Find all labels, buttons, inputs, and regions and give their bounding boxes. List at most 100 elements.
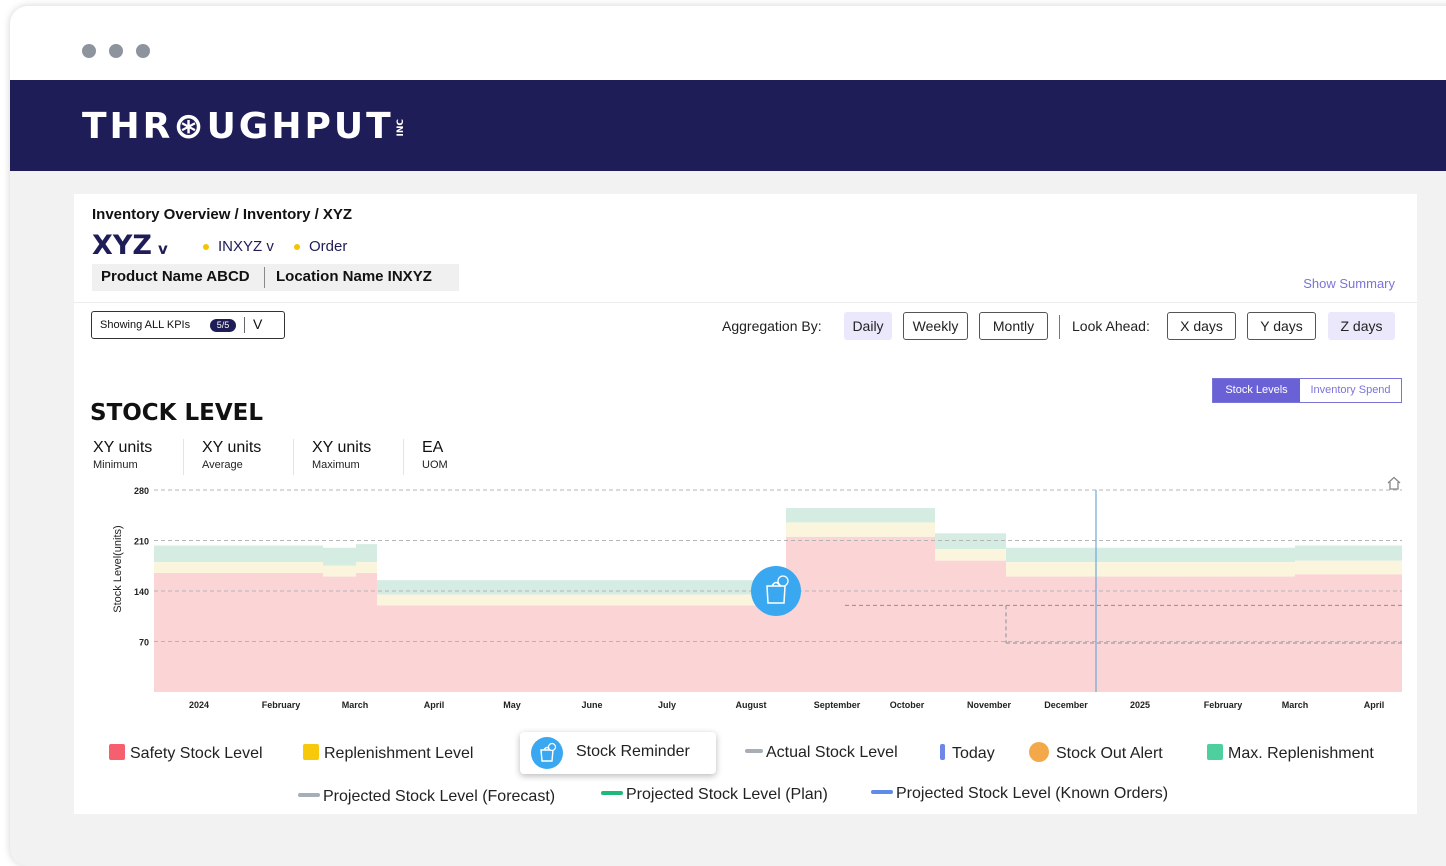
x-tick-label: 2025 — [1130, 700, 1150, 710]
throughput-logo[interactable]: THR⊛UGHPUT INC — [82, 106, 406, 147]
tab-stock-levels[interactable]: Stock Levels — [1213, 379, 1300, 402]
home-icon[interactable] — [1387, 476, 1401, 490]
x-tick-label: April — [1364, 700, 1385, 710]
window-close-dot[interactable] — [82, 44, 96, 58]
legend-swatch — [1207, 744, 1223, 760]
safety-stock-area — [1295, 574, 1402, 692]
x-tick-label: October — [890, 700, 925, 710]
legend-max-replenishment[interactable]: Max. Replenishment — [1207, 744, 1374, 763]
chart-x-ticks: 2024 February March April May June July August S… — [189, 700, 1384, 710]
legend-swatch — [298, 793, 320, 797]
product-info-bar: Product Name ABCD Location Name INXYZ — [92, 264, 459, 291]
look-ahead-x-days-button[interactable]: X days — [1167, 312, 1236, 340]
inventory-panel: Inventory Overview / Inventory / XYZ XYZ… — [74, 194, 1417, 814]
max-replenishment-band — [845, 508, 935, 523]
legend-label: Today — [952, 745, 995, 762]
max-replenishment-band — [154, 545, 234, 563]
replenishment-band — [786, 522, 845, 537]
safety-stock-area — [624, 605, 704, 692]
max-replenishment-band — [377, 580, 464, 595]
logo-text: THR⊛UGHPUT — [82, 106, 394, 147]
max-replenishment-band — [323, 547, 356, 566]
safety-stock-area — [323, 576, 356, 692]
legend-swatch — [303, 744, 319, 760]
show-summary-link[interactable]: Show Summary — [1303, 276, 1395, 291]
legend-label: Stock Out Alert — [1056, 745, 1163, 762]
aggregation-daily-button[interactable]: Daily — [844, 312, 892, 340]
legend-label: Replenishment Level — [324, 745, 474, 762]
legend-actual-stock[interactable]: Actual Stock Level — [745, 744, 898, 762]
replenishment-band — [154, 562, 234, 573]
replenishment-band — [935, 549, 1006, 561]
location-tag-label: INXYZ v — [218, 238, 274, 255]
window-maximize-dot[interactable] — [136, 44, 150, 58]
look-ahead-label: Look Ahead: — [1072, 318, 1150, 334]
max-replenishment-band — [1006, 547, 1089, 563]
divider — [1059, 315, 1060, 339]
replenishment-band — [234, 562, 323, 573]
y-tick-label: 140 — [134, 587, 149, 597]
order-tag[interactable]: Order — [294, 238, 347, 255]
view-toggle: Stock Levels Inventory Spend — [1212, 378, 1402, 403]
stock-reminder-marker[interactable] — [751, 566, 801, 616]
breadcrumb[interactable]: Inventory Overview / Inventory / XYZ — [92, 206, 352, 223]
legend-stock-reminder[interactable]: Stock Reminder — [520, 732, 716, 774]
aggregation-monthly-button[interactable]: Montly — [979, 312, 1048, 340]
replenishment-band — [1089, 562, 1174, 577]
legend-swatch — [745, 749, 763, 753]
y-tick-label: 210 — [134, 537, 149, 547]
tab-inventory-spend[interactable]: Inventory Spend — [1300, 379, 1401, 402]
max-replenishment-band — [786, 508, 845, 523]
safety-stock-area — [154, 572, 234, 692]
chevron-down-icon: V — [253, 316, 263, 332]
max-replenishment-band — [464, 580, 544, 595]
aggregation-weekly-button[interactable]: Weekly — [903, 312, 968, 340]
shopping-bag-bell-icon — [531, 737, 563, 769]
product-code-dropdown[interactable]: XYZ v — [92, 230, 168, 261]
legend-projected-plan[interactable]: Projected Stock Level (Plan) — [601, 786, 828, 804]
max-replenishment-band — [356, 544, 377, 563]
x-tick-label: September — [814, 700, 861, 710]
legend-stock-out-alert[interactable]: Stock Out Alert — [1029, 742, 1163, 763]
legend-swatch — [109, 744, 125, 760]
kpi-selector[interactable]: Showing ALL KPIs 5/5 V — [91, 311, 285, 339]
x-tick-label: August — [736, 700, 767, 710]
legend-replenishment[interactable]: Replenishment Level — [303, 744, 473, 763]
max-replenishment-band — [624, 580, 704, 595]
legend-label: Safety Stock Level — [130, 745, 263, 762]
look-ahead-y-days-button[interactable]: Y days — [1247, 312, 1316, 340]
location-name: Location Name INXYZ — [276, 268, 432, 285]
legend-projected-known-orders[interactable]: Projected Stock Level (Known Orders) — [871, 785, 1168, 803]
x-tick-label: December — [1044, 700, 1088, 710]
x-tick-label: March — [342, 700, 369, 710]
x-tick-label: February — [262, 700, 301, 710]
look-ahead-z-days-button[interactable]: Z days — [1328, 312, 1395, 340]
max-replenishment-band — [1295, 545, 1402, 561]
stat-value: EA — [422, 439, 444, 456]
kpi-selector-label: Showing ALL KPIs — [100, 319, 191, 331]
legend-safety-stock[interactable]: Safety Stock Level — [109, 744, 263, 763]
stock-out-alert-icon — [1029, 742, 1049, 762]
safety-stock-area — [704, 605, 786, 692]
safety-stock-area — [935, 560, 1006, 692]
legend-projected-forecast[interactable]: Projected Stock Level (Forecast) — [298, 788, 555, 806]
window-minimize-dot[interactable] — [109, 44, 123, 58]
divider — [264, 267, 265, 288]
replenishment-band — [1295, 560, 1402, 575]
location-tag-dropdown[interactable]: INXYZ v — [203, 238, 274, 255]
x-tick-label: June — [581, 700, 602, 710]
stock-level-chart: 70 140 210 280 2024 February March April May Jun… — [112, 476, 1402, 710]
aggregation-label: Aggregation By: — [722, 318, 822, 334]
replenishment-band — [624, 594, 704, 606]
legend-label: Actual Stock Level — [766, 744, 898, 761]
chevron-down-icon: v — [157, 240, 168, 258]
divider — [244, 317, 245, 333]
safety-stock-area — [845, 536, 935, 692]
legend-swatch — [601, 791, 623, 795]
legend-swatch — [940, 744, 945, 760]
y-axis-label: Stock Level(units) — [112, 525, 124, 612]
max-replenishment-band — [935, 533, 1006, 550]
legend-label: Max. Replenishment — [1228, 745, 1374, 762]
status-dot-icon — [294, 244, 300, 251]
legend-today[interactable]: Today — [940, 744, 995, 763]
